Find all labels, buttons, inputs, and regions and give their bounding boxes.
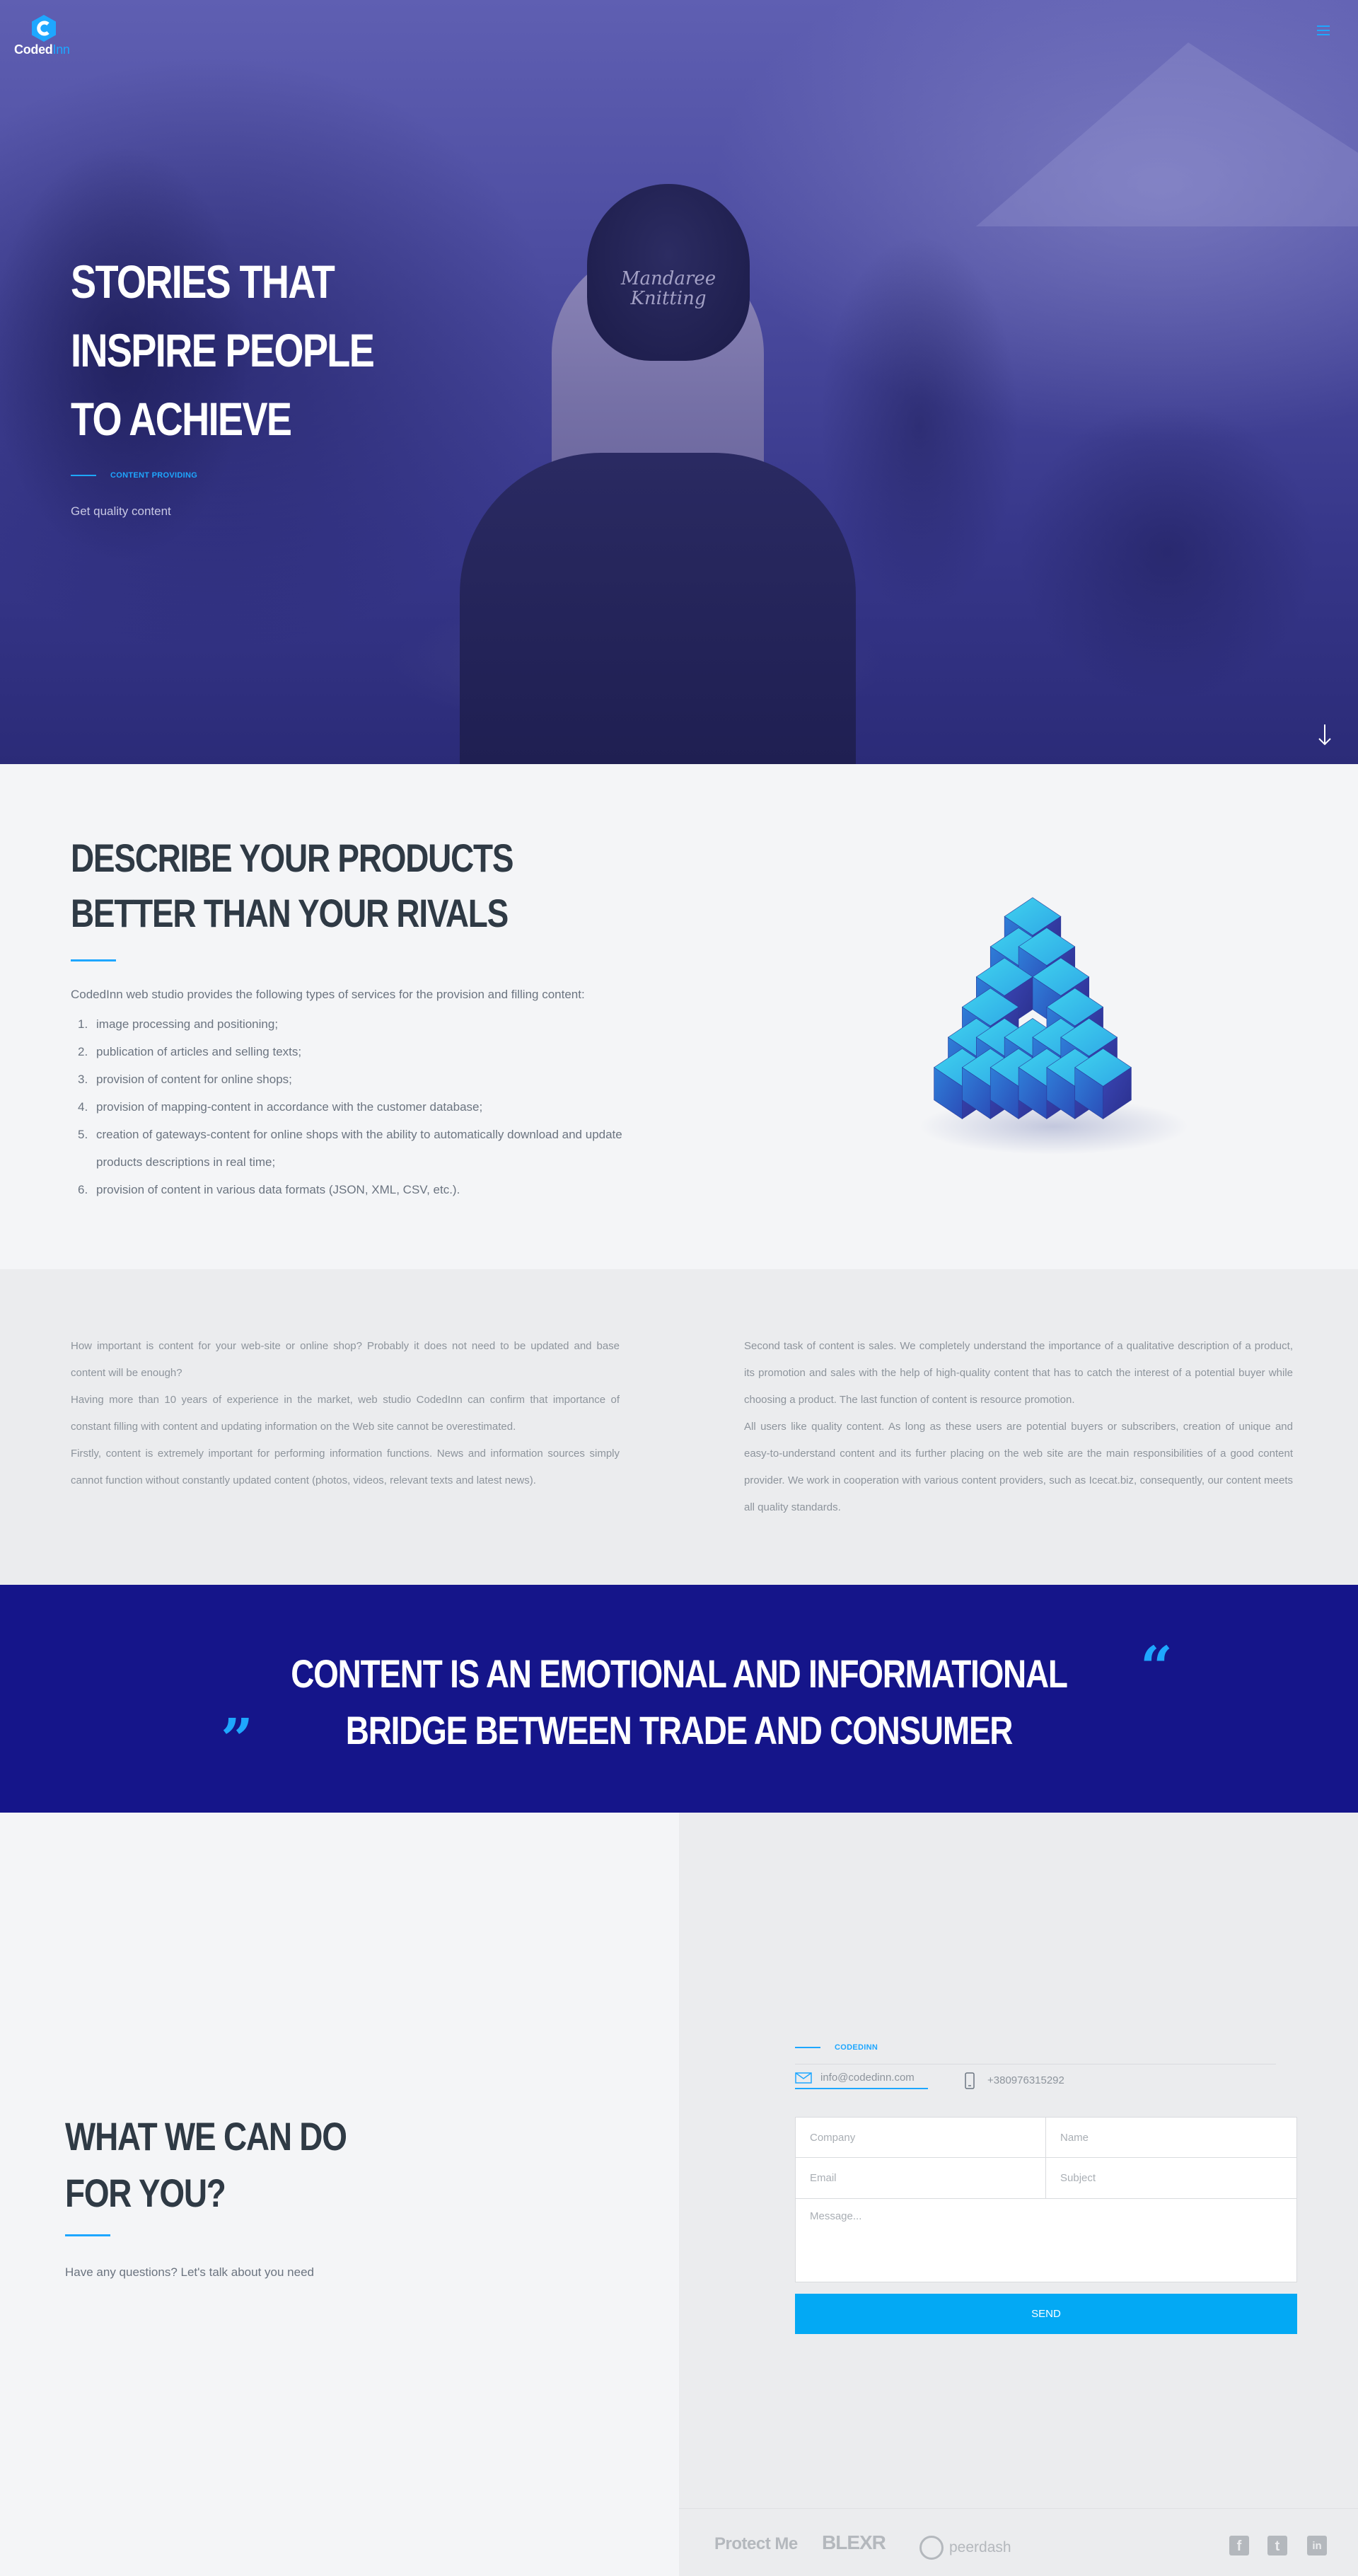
- service-list-item: 2. publication of articles and selling te…: [71, 1038, 637, 1065]
- name-field[interactable]: [1046, 2117, 1297, 2158]
- company-field[interactable]: [795, 2117, 1046, 2158]
- phone-text: +380976315292: [987, 2074, 1064, 2086]
- facebook-icon[interactable]: f: [1229, 2536, 1249, 2555]
- email-text: info@codedinn.com: [820, 2072, 915, 2084]
- partner-logo-protectme[interactable]: Protect Me: [714, 2534, 798, 2554]
- service-list-item: 1. image processing and positioning;: [71, 1010, 637, 1038]
- mobile-phone-icon: [965, 2072, 975, 2089]
- about-paragraph: All users like quality content. As long …: [744, 1421, 1293, 1513]
- hero-eyebrow: CONTENT PROVIDING: [71, 471, 197, 480]
- hero-eyebrow-label: CONTENT PROVIDING: [110, 471, 198, 480]
- service-number: 3.: [78, 1073, 88, 1086]
- logo-wordmark: CodedInn: [14, 42, 70, 57]
- products-section: DESCRIBE YOUR PRODUCTS BETTER THAN YOUR …: [0, 764, 1358, 1269]
- linkedin-icon[interactable]: in: [1307, 2536, 1327, 2555]
- eyebrow-line: [795, 2047, 820, 2048]
- service-text: provision of content in various data for…: [96, 1183, 460, 1196]
- contact-form: SEND: [795, 2117, 1297, 2334]
- quote-text: CONTENT IS AN EMOTIONAL AND INFORMATIONA…: [291, 1651, 1068, 1752]
- message-field[interactable]: [795, 2199, 1297, 2282]
- title-underline: [65, 2234, 110, 2236]
- about-paragraph: Second task of content is sales. We comp…: [744, 1340, 1293, 1406]
- contact-intro-panel: WHAT WE CAN DO FOR YOU? Have any questio…: [0, 1813, 679, 2576]
- partner-logo-peerdash[interactable]: peerdash: [919, 2536, 1011, 2560]
- footer-bar: Protect Me BLEXR peerdash f t in: [679, 2508, 1358, 2576]
- peerdash-logo-icon: [919, 2536, 944, 2560]
- impossible-triangle-cubes-illustration: [919, 897, 1188, 1155]
- about-right-column: Second task of content is sales. We comp…: [744, 1333, 1293, 1521]
- partner-logo-blexr[interactable]: BLEXR: [822, 2531, 886, 2554]
- service-text: publication of articles and selling text…: [96, 1045, 302, 1058]
- service-number: 1.: [78, 1017, 88, 1031]
- partner-peerdash-label: peerdash: [949, 2539, 1011, 2555]
- service-text: image processing and positioning;: [96, 1017, 279, 1031]
- hero-section: Mandaree Knitting CodedInn STORIES THAT …: [0, 0, 1358, 764]
- products-title: DESCRIBE YOUR PRODUCTS BETTER THAN YOUR …: [71, 836, 513, 935]
- scroll-down-arrow-icon[interactable]: [1314, 723, 1335, 747]
- service-list-item: 6. provision of content in various data f…: [71, 1176, 637, 1203]
- phone-link[interactable]: +380976315292: [965, 2072, 1064, 2089]
- service-number: 5.: [78, 1128, 88, 1141]
- email-field[interactable]: [795, 2158, 1046, 2199]
- contact-form-panel: CODEDINN info@codedinn.com +380976315292: [679, 1813, 1358, 2576]
- about-paragraph: Firstly, content is extremely important …: [71, 1448, 620, 1486]
- twitter-icon[interactable]: t: [1267, 2536, 1287, 2555]
- eyebrow-line: [71, 475, 96, 476]
- service-text: provision of content for online shops;: [96, 1073, 292, 1086]
- open-quote-icon: “: [1140, 1634, 1173, 1700]
- contact-subtitle: Have any questions? Let's talk about you…: [65, 2265, 314, 2279]
- service-number: 4.: [78, 1100, 88, 1114]
- service-text: provision of mapping-content in accordan…: [96, 1100, 483, 1114]
- about-left-column: How important is content for your web-si…: [71, 1333, 620, 1494]
- about-section: How important is content for your web-si…: [0, 1269, 1358, 1585]
- service-text: creation of gateways-content for online …: [96, 1128, 622, 1169]
- hero-title: STORIES THAT INSPIRE PEOPLE TO ACHIEVE: [71, 255, 375, 445]
- menu-hamburger-icon[interactable]: [1317, 25, 1330, 35]
- send-button[interactable]: SEND: [795, 2294, 1297, 2334]
- hero-person-jacket: [460, 453, 856, 764]
- contact-eyebrow-label: CODEDINN: [835, 2043, 878, 2052]
- about-paragraph: Having more than 10 years of experience …: [71, 1394, 620, 1433]
- title-underline: [71, 959, 116, 961]
- email-link[interactable]: info@codedinn.com: [795, 2072, 928, 2089]
- site-logo[interactable]: CodedInn: [14, 14, 78, 57]
- about-paragraph: How important is content for your web-si…: [71, 1340, 620, 1379]
- hero-subtitle: Get quality content: [71, 504, 171, 518]
- hero-person-image: Mandaree Knitting: [446, 170, 884, 764]
- contact-eyebrow: CODEDINN: [795, 2043, 878, 2052]
- logo-hexagon-icon: [32, 15, 56, 42]
- close-quote-icon: ”: [221, 1706, 254, 1772]
- service-number: 2.: [78, 1045, 88, 1058]
- envelope-icon: [795, 2072, 812, 2084]
- hero-cap-logo: Mandaree Knitting: [620, 268, 716, 309]
- service-list-item: 3. provision of content for online shops;: [71, 1065, 637, 1093]
- service-list-item: 4. provision of mapping-content in accord…: [71, 1093, 637, 1121]
- products-intro: CodedInn web studio provides the followi…: [71, 988, 585, 1001]
- services-list: 1. image processing and positioning; 2. pub…: [71, 1010, 637, 1203]
- service-list-item: 5. creation of gateways-content for onlin…: [71, 1121, 637, 1176]
- contact-info: info@codedinn.com +380976315292: [795, 2072, 1064, 2089]
- service-number: 6.: [78, 1183, 88, 1196]
- contact-title: WHAT WE CAN DO FOR YOU?: [65, 2114, 347, 2215]
- subject-field[interactable]: [1046, 2158, 1297, 2199]
